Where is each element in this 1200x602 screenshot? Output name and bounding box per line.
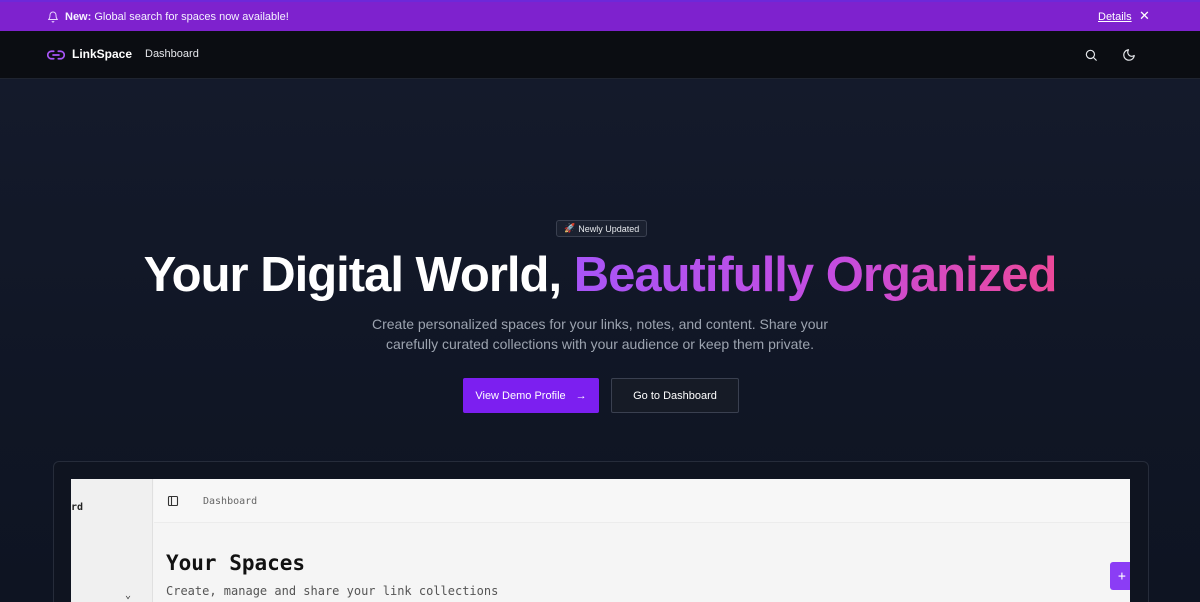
preview-sidebar-label: rd [71,502,84,513]
view-demo-profile-label: View Demo Profile [475,389,566,402]
moon-icon[interactable] [1122,48,1136,62]
search-icon[interactable] [1084,48,1098,62]
go-to-dashboard-button[interactable]: Go to Dashboard [611,378,739,413]
dashboard-preview: rd ⌄ Dashboard Your Spaces Create, manag… [71,479,1130,602]
rocket-icon: 🚀 [564,223,576,233]
badge-label: Newly Updated [578,223,640,234]
close-icon[interactable]: ✕ [1139,8,1150,24]
announcement-details-link[interactable]: Details [1098,11,1132,23]
preview-sidebar: rd ⌄ [71,479,153,602]
preview-page-subtitle: Create, manage and share your link colle… [166,584,499,598]
announcement-message: New: Global search for spaces now availa… [65,11,289,23]
bell-icon [48,11,58,23]
chevron-down-icon: ⌄ [125,590,132,601]
hero-subtitle: Create personalized spaces for your link… [371,316,829,352]
preview-page-title: Your Spaces [166,551,306,575]
announcement-text: Global search for spaces now available! [94,11,289,23]
link-icon [47,50,65,60]
announcement-label: New: [65,11,92,23]
arrow-right-icon: → [575,389,587,402]
top-navigation: LinkSpace Dashboard [0,31,1200,79]
preview-topbar: Dashboard [154,479,1130,523]
headline-highlight: Beautifully Organized [573,248,1058,302]
brand-name[interactable]: LinkSpace [72,47,132,61]
sidebar-toggle-icon [167,495,179,507]
announcement-bar: New: Global search for spaces now availa… [0,0,1200,31]
view-demo-profile-button[interactable]: View Demo Profile → [463,378,599,413]
preview-breadcrumb: Dashboard [203,496,258,507]
hero-headline: Your Digital World, Beautifully Organize… [0,245,1200,305]
headline-plain: Your Digital World, [143,248,574,302]
newly-updated-badge: 🚀 Newly Updated [556,220,648,237]
preview-add-button: + [1110,562,1130,590]
nav-link-dashboard[interactable]: Dashboard [145,48,199,60]
